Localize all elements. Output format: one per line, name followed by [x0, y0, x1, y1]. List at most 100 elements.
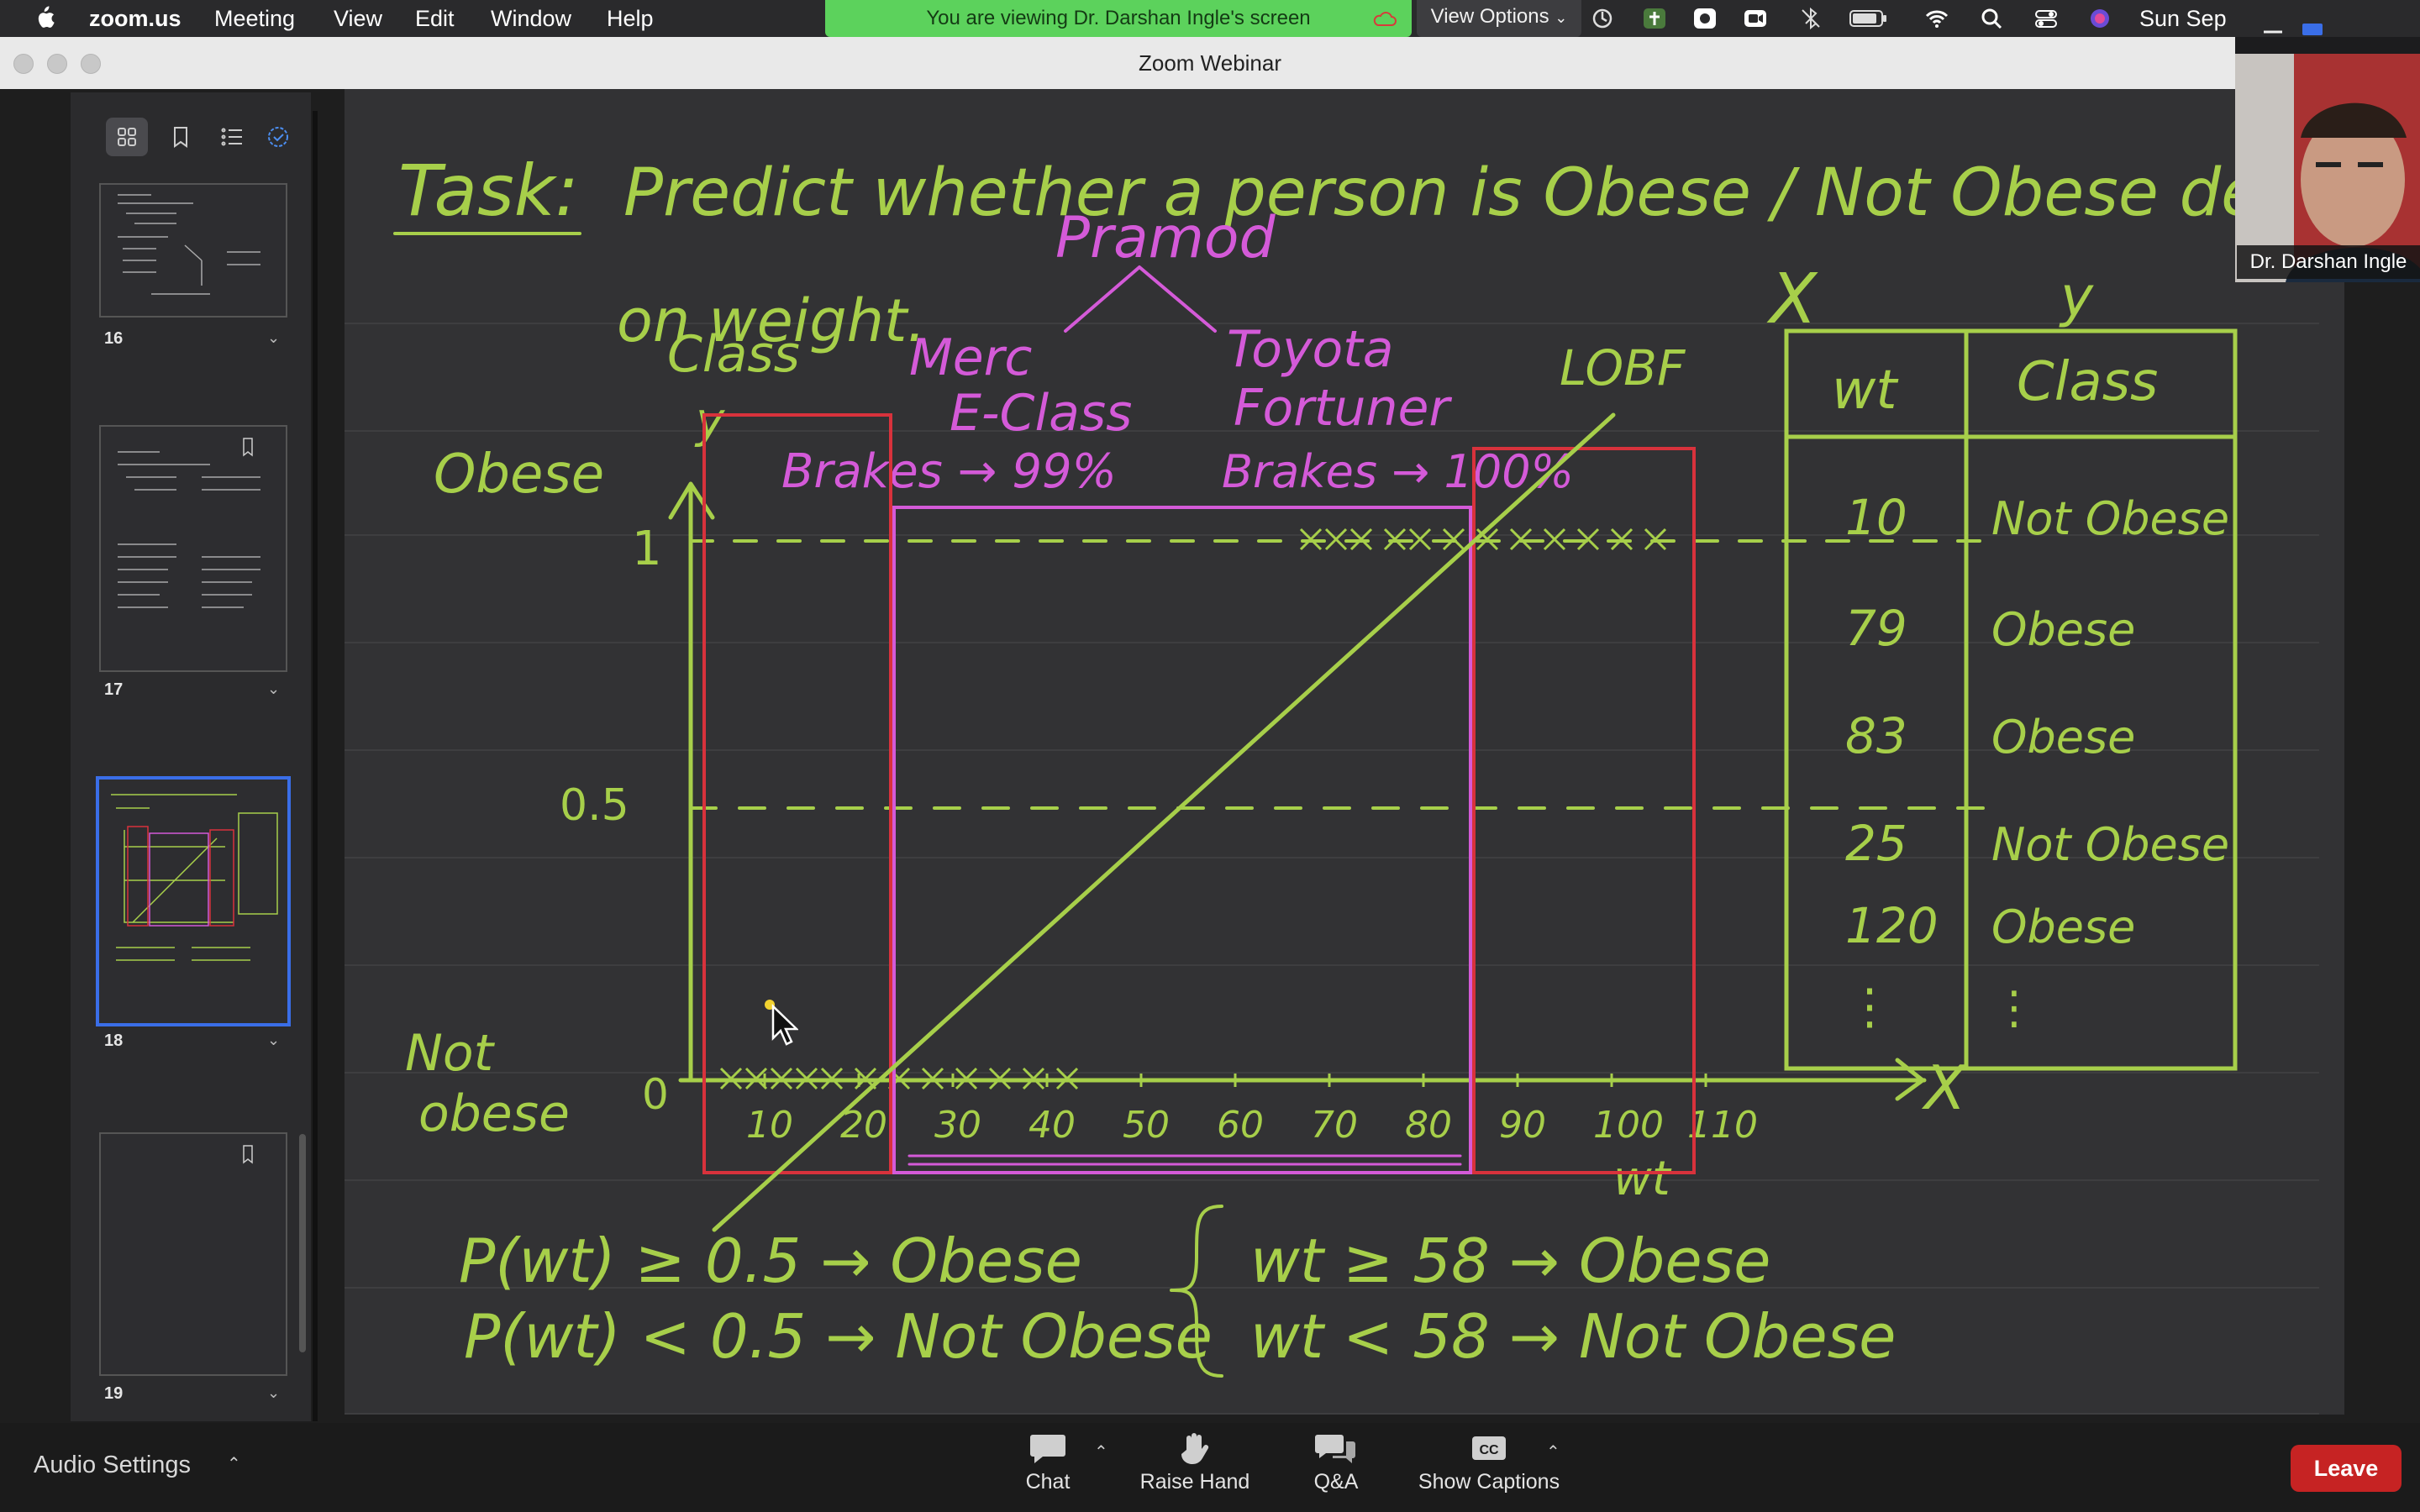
class-axis-label: Class: [667, 325, 800, 384]
table-cell-wt: 10: [1845, 489, 1907, 546]
page-number-18: 18: [104, 1032, 124, 1050]
view-options-label: View Options: [1430, 5, 1549, 28]
apple-logo-icon[interactable]: [32, 5, 55, 30]
rule-2-right: wt < 58 → Not Obese: [1250, 1301, 1896, 1372]
menu-window[interactable]: Window: [491, 6, 571, 32]
rule-1-right: wt ≥ 58 → Obese: [1250, 1226, 1770, 1296]
pramod-bracket: [1064, 265, 1217, 333]
menu-view[interactable]: View: [334, 6, 382, 32]
not-obese-label-2: obese: [418, 1084, 570, 1143]
view-options-button[interactable]: View Options ⌄: [1417, 0, 1581, 37]
check-circle-icon: [268, 127, 288, 147]
thumbnail-preview: [111, 794, 278, 961]
chat-button[interactable]: Chat: [1017, 1431, 1079, 1494]
control-center-icon[interactable]: [2033, 7, 2059, 30]
merc-label: Merc: [909, 328, 1032, 387]
page-thumbnail-16[interactable]: [99, 183, 287, 318]
pink-underline: [908, 1154, 1462, 1166]
chevron-down-icon[interactable]: ⌄: [267, 680, 280, 698]
menu-edit[interactable]: Edit: [415, 6, 455, 32]
audio-settings-button[interactable]: Audio Settings: [34, 1452, 191, 1479]
search-pages-button[interactable]: [257, 118, 299, 156]
meeting-controls-toolbar: Audio Settings ⌃ Chat ⌃ Raise Hand Q&A C…: [0, 1423, 2420, 1512]
bluetooth-off-icon[interactable]: [1798, 7, 1823, 30]
page-number-17: 17: [104, 680, 124, 699]
grid-view-button[interactable]: [106, 118, 148, 156]
page-number-19: 19: [104, 1384, 124, 1403]
table-cell-class: ⋮: [1991, 981, 2037, 1034]
data-point-cross: [1408, 528, 1432, 551]
app-menu-zoom[interactable]: zoom.us: [89, 6, 182, 32]
y-tick-1: 1: [632, 522, 662, 576]
pramod-label: Pramod: [1055, 205, 1276, 271]
whiteboard-drawing: Task: Predict whether a person is Obese …: [393, 150, 2344, 1378]
pin-app-icon[interactable]: [1642, 7, 1667, 30]
outline-view-button[interactable]: [212, 118, 254, 156]
leave-button[interactable]: Leave: [2291, 1445, 2402, 1492]
table-cell-class: Obese: [1991, 711, 2135, 764]
page-thumbnail-19[interactable]: [99, 1132, 287, 1376]
table-col-class: Class: [2017, 351, 2158, 413]
x-tick-label: 100: [1593, 1104, 1664, 1147]
menu-meeting[interactable]: Meeting: [214, 6, 295, 32]
whiteboard-canvas[interactable]: Task: Predict whether a person is Obese …: [345, 89, 2344, 1415]
battery-icon[interactable]: [1849, 7, 1889, 30]
menubar-clock[interactable]: Sun Sep: [2139, 6, 2227, 32]
table-cell-wt: 25: [1845, 815, 1907, 872]
chevron-up-icon[interactable]: ⌃: [227, 1453, 241, 1474]
pink-box-middle: [892, 506, 1472, 1174]
x-tick-label: 80: [1405, 1104, 1452, 1147]
thumbnail-preview: [243, 1145, 253, 1164]
sidebar-scrollbar[interactable]: [299, 1134, 306, 1352]
x-tick-label: 50: [1123, 1104, 1170, 1147]
cc-text: CC: [1479, 1443, 1499, 1457]
page-thumbnail-17[interactable]: [99, 425, 287, 672]
table-cell-wt: ⋮: [1845, 978, 1894, 1035]
show-captions-label: Show Captions: [1418, 1470, 1560, 1494]
not-obese-label: Not: [405, 1024, 496, 1083]
chevron-up-icon[interactable]: ⌃: [1546, 1441, 1560, 1462]
y-axis-label: y: [694, 391, 725, 449]
data-table-rows: 10 Not Obese 79 Obese 83 Obese 25 Not Obese 120 O…: [1845, 489, 2229, 1035]
siri-icon[interactable]: [2087, 7, 2112, 30]
bookmark-view-button[interactable]: [160, 118, 202, 156]
x-tick-label: 30: [934, 1104, 981, 1147]
rule-1-left: P(wt) ≥ 0.5 → Obese: [459, 1226, 1082, 1296]
chevron-down-icon[interactable]: ⌄: [267, 329, 280, 347]
red-box-left: [702, 413, 892, 1174]
menu-help[interactable]: Help: [607, 6, 654, 32]
wt-axis-label: wt: [1613, 1152, 1672, 1206]
y-tick-0: 0: [642, 1070, 669, 1119]
table-header-x: X: [1766, 260, 1818, 339]
page-thumbnail-18[interactable]: [96, 776, 291, 1026]
cloud-icon: [1373, 12, 1397, 26]
qa-icon: [1315, 1435, 1355, 1463]
chevron-down-icon[interactable]: ⌄: [267, 1384, 280, 1402]
rule-2-left: P(wt) < 0.5 → Not Obese: [464, 1301, 1213, 1372]
sync-icon[interactable]: [1590, 7, 1615, 30]
spotlight-search-icon[interactable]: [1980, 7, 2005, 30]
minimize-video-icon[interactable]: [2260, 22, 2286, 39]
task-text: Predict whether a person is Obese / Not …: [623, 155, 2344, 231]
toyota-label-2: Fortuner: [1234, 379, 1452, 438]
x-tick-label: 60: [1217, 1104, 1264, 1147]
wifi-icon[interactable]: [1924, 7, 1949, 30]
raise-hand-button[interactable]: Raise Hand: [1136, 1431, 1254, 1494]
share-banner-text: You are viewing Dr. Darshan Ingle's scre…: [926, 7, 1311, 29]
x-tick-label: 110: [1687, 1104, 1758, 1147]
grid-icon: [118, 128, 136, 146]
toyota-brakes: Brakes → 100%: [1222, 445, 1574, 498]
video-layout-icon[interactable]: [2301, 20, 2326, 37]
zoom-video-icon[interactable]: [1743, 7, 1768, 30]
settings-gear-icon[interactable]: [1692, 7, 1718, 30]
chevron-down-icon[interactable]: ⌄: [267, 1032, 280, 1049]
macos-menu-bar: zoom.us Meeting View Edit Window Help Yo…: [0, 0, 2420, 37]
qa-button[interactable]: Q&A: [1311, 1431, 1361, 1494]
chevron-up-icon[interactable]: ⌃: [1094, 1441, 1108, 1462]
sidebar-divider[interactable]: [313, 111, 318, 1421]
y-tick-0-5: 0.5: [560, 780, 629, 831]
table-cell-class: Obese: [1991, 603, 2135, 656]
participant-name-label: Dr. Darshan Ingle: [2237, 245, 2420, 279]
screen-share-banner: You are viewing Dr. Darshan Ingle's scre…: [825, 0, 1412, 37]
show-captions-button[interactable]: CC Show Captions: [1417, 1431, 1561, 1494]
